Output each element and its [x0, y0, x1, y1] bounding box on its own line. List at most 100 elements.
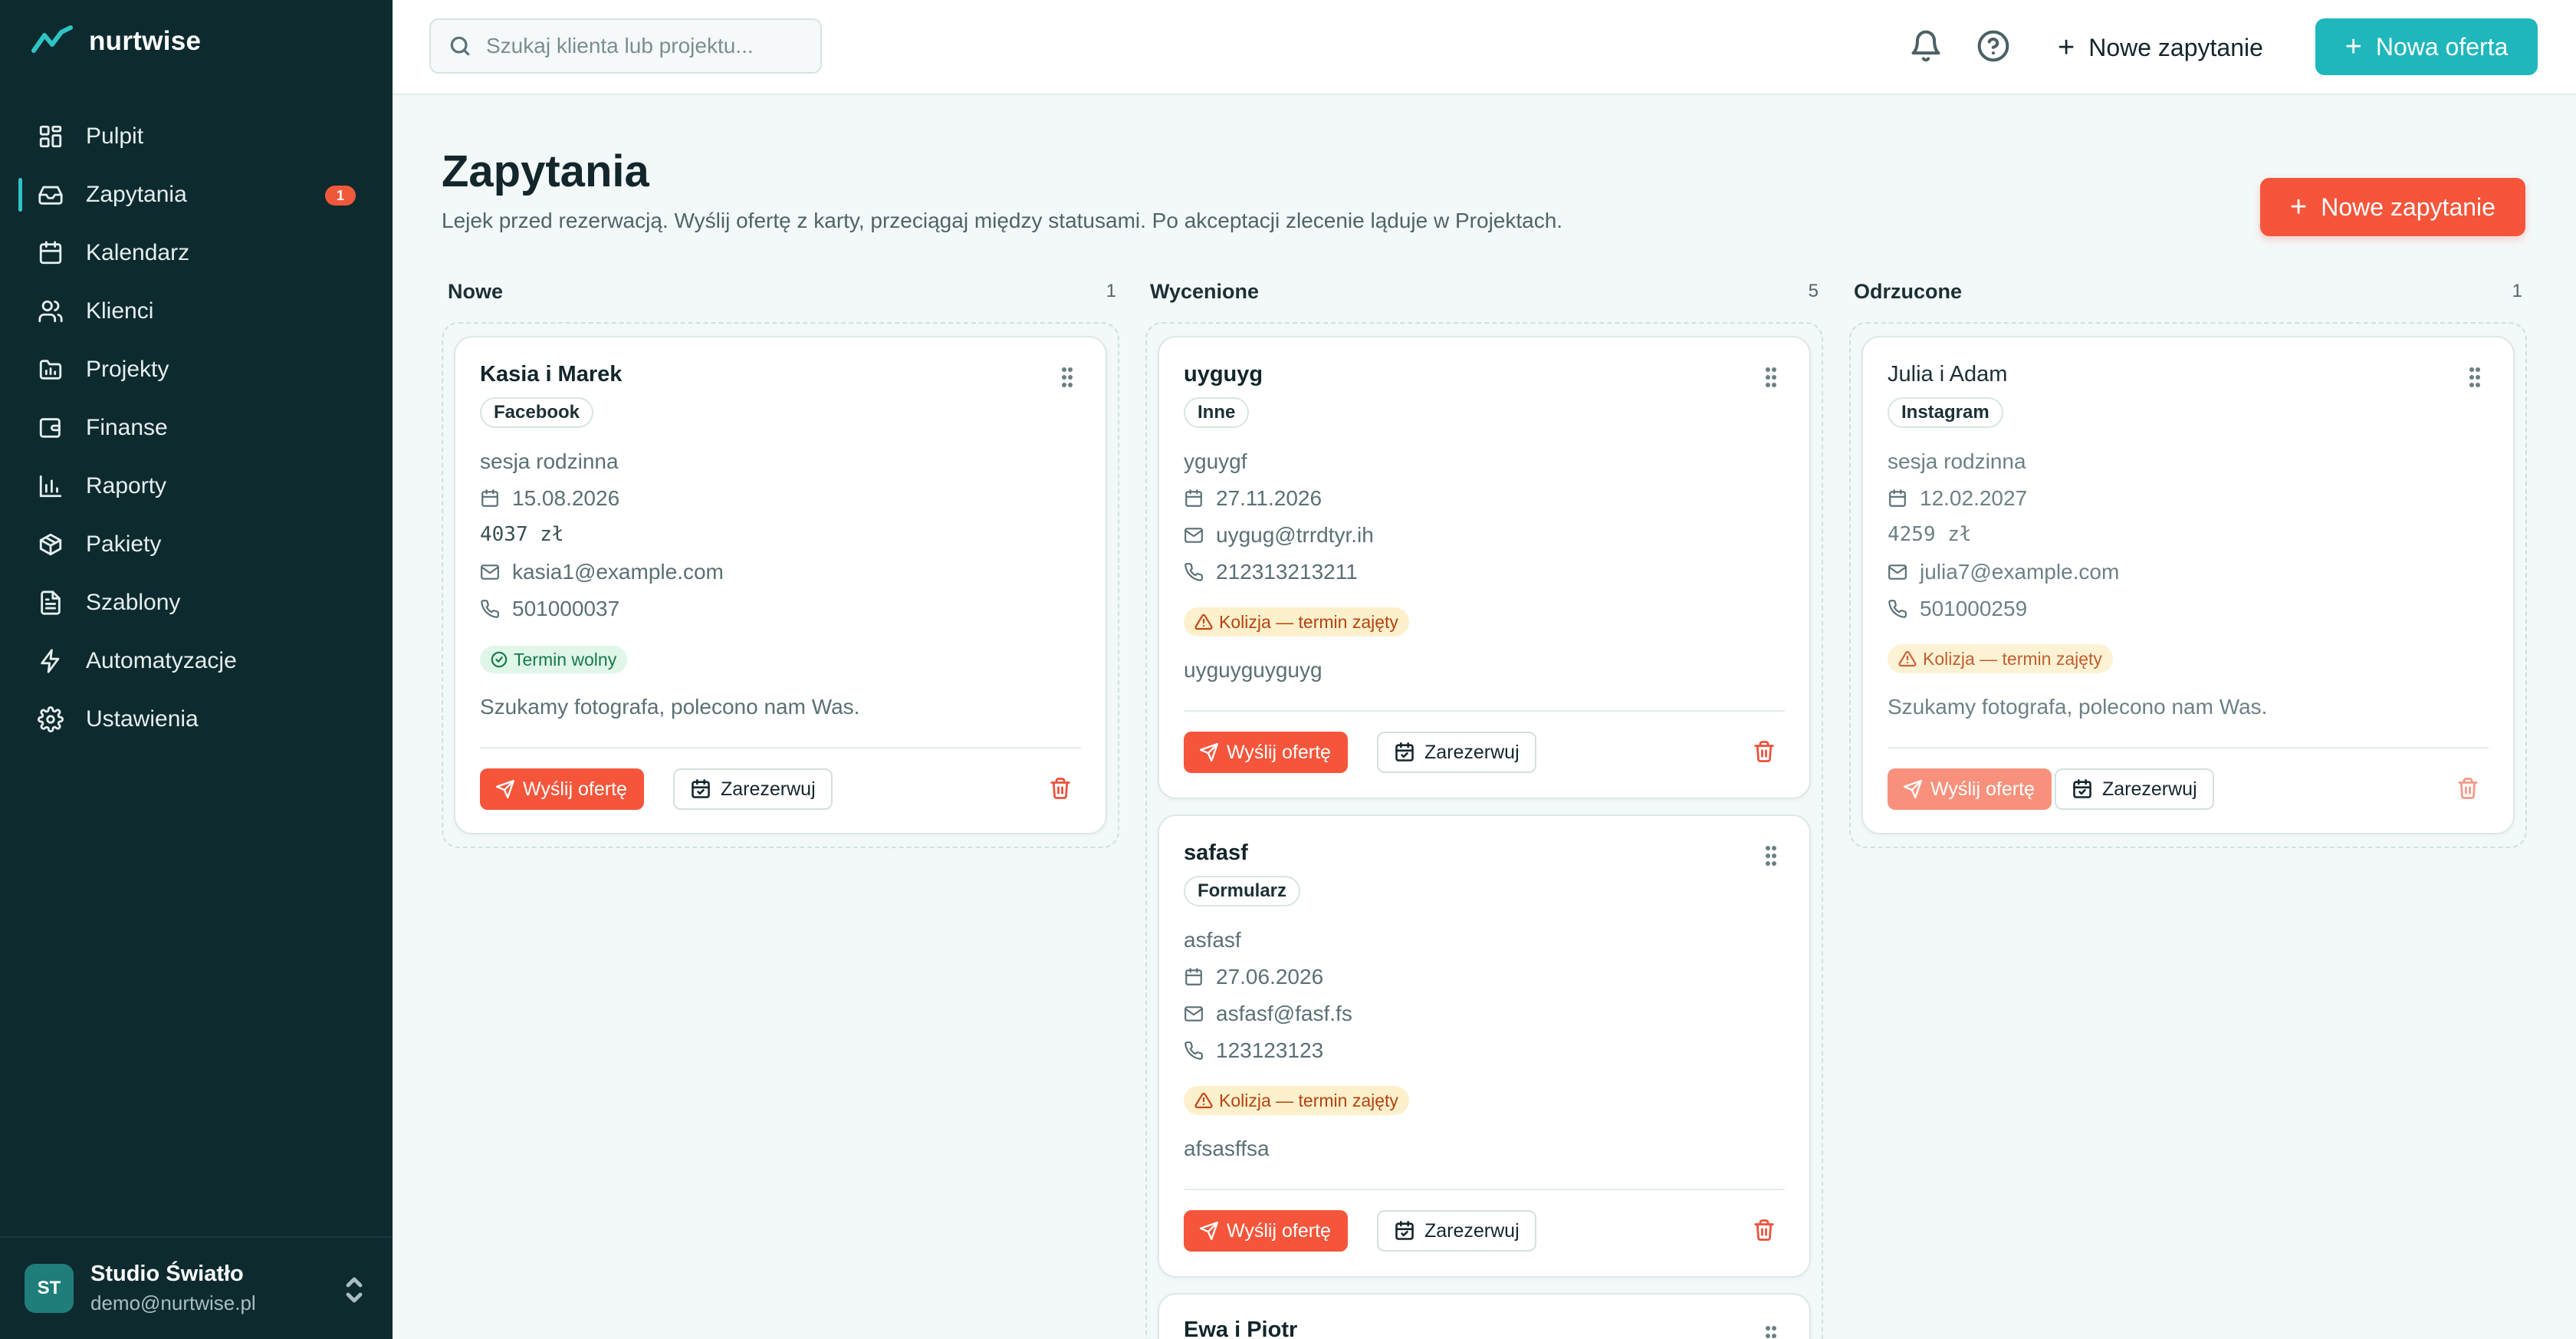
session-type: yguygf [1184, 449, 1247, 473]
book-button[interactable]: Zarezerwuj [673, 768, 833, 810]
sidebar-item-ustawienia[interactable]: Ustawienia [0, 690, 393, 748]
chevron-up-down-icon[interactable] [342, 1275, 366, 1305]
package-icon [37, 531, 64, 558]
divider [480, 747, 1081, 748]
inquiry-card[interactable]: Julia i Adam Instagram sesja rodzinna 12… [1861, 336, 2515, 834]
new-offer-button[interactable]: + Nowa oferta [2315, 18, 2538, 75]
sidebar-item-raporty[interactable]: Raporty [0, 457, 393, 515]
send-icon [495, 779, 515, 799]
session-type: asfasf [1184, 928, 1241, 952]
send-offer-button[interactable]: Wyślij ofertę [1184, 732, 1348, 773]
trash-icon[interactable] [1753, 1218, 1779, 1244]
sidebar-item-finanse[interactable]: Finanse [0, 399, 393, 457]
plus-icon: + [2290, 190, 2308, 223]
gear-icon [37, 706, 64, 733]
new-inquiry-link-button[interactable]: + Nowe zapytanie [2058, 23, 2263, 72]
sidebar-item-pakiety[interactable]: Pakiety [0, 515, 393, 574]
sidebar-nav: Pulpit Zapytania 1 Kalendarz Klienci Pro… [0, 107, 393, 748]
inquiry-card[interactable]: Ewa i Piotr [1158, 1293, 1811, 1339]
calendar-icon [1184, 489, 1204, 508]
client-email: asfasf@fasf.fs [1216, 1002, 1352, 1025]
mail-icon [1888, 562, 1907, 582]
email-row: asfasf@fasf.fs [1184, 1002, 1352, 1026]
send-offer-button[interactable]: Wyślij ofertę [480, 768, 644, 810]
sidebar-item-klienci[interactable]: Klienci [0, 282, 393, 341]
file-text-icon [37, 589, 64, 617]
book-label: Zarezerwuj [2102, 778, 2197, 800]
studio-email: demo@nurtwise.pl [90, 1291, 256, 1314]
sidebar-item-zapytania[interactable]: Zapytania 1 [0, 166, 393, 224]
client-name: uyguyg [1184, 362, 1263, 387]
warning-icon [1898, 650, 1917, 667]
search-input[interactable] [486, 34, 808, 58]
sidebar-item-label: Automatyzacje [86, 648, 237, 673]
trash-icon[interactable] [2456, 776, 2482, 802]
drag-handle-icon[interactable] [2469, 367, 2481, 388]
folder-icon [37, 356, 64, 383]
sidebar-item-projekty[interactable]: Projekty [0, 341, 393, 399]
trash-icon[interactable] [1049, 776, 1075, 802]
sidebar-item-label: Pulpit [86, 123, 144, 149]
column-title: Odrzucone [1854, 279, 1963, 303]
inquiry-card[interactable]: uyguyg Inne yguygf 27.11.2026 uygug@trrd… [1158, 336, 1811, 799]
status-badge: Kolizja — termin zajęty [1184, 607, 1409, 637]
sidebar-item-label: Klienci [86, 298, 154, 324]
inquiry-note: Szukamy fotografa, polecono nam Was. [480, 695, 860, 719]
phone-row: 501000037 [480, 597, 619, 621]
send-offer-button[interactable]: Wyślij ofertę [1888, 768, 2052, 810]
phone-icon [1888, 599, 1907, 619]
send-icon [1199, 742, 1219, 762]
mail-icon [1184, 525, 1204, 545]
bell-icon[interactable] [1909, 29, 1943, 63]
session-type: sesja rodzinna [1888, 449, 2026, 473]
inquiry-note: afsasffsa [1184, 1137, 1270, 1160]
sidebar-item-pulpit[interactable]: Pulpit [0, 107, 393, 166]
users-icon [37, 298, 64, 325]
event-date: 15.08.2026 [512, 486, 620, 510]
book-button[interactable]: Zarezerwuj [2055, 768, 2214, 810]
drag-handle-icon[interactable] [1765, 367, 1777, 388]
phone-icon [1184, 562, 1204, 582]
drag-handle-icon[interactable] [1765, 1325, 1777, 1339]
sidebar-item-label: Szablony [86, 590, 181, 615]
zap-icon [37, 647, 64, 675]
sidebar-item-szablony[interactable]: Szablony [0, 574, 393, 632]
trash-icon[interactable] [1753, 739, 1779, 765]
new-inquiry-button[interactable]: + Nowe zapytanie [2260, 178, 2525, 236]
status-text: Kolizja — termin zajęty [1923, 648, 2102, 669]
email-row: kasia1@example.com [480, 560, 724, 584]
column-header-nowe: Nowe 1 [448, 278, 1116, 305]
send-offer-label: Wyślij ofertę [1227, 1219, 1331, 1242]
sidebar-item-label: Ustawienia [86, 706, 199, 732]
brand[interactable]: nurtwise [31, 21, 201, 61]
sidebar-item-kalendarz[interactable]: Kalendarz [0, 224, 393, 282]
inquiry-card[interactable]: Kasia i Marek Facebook sesja rodzinna 15… [454, 336, 1107, 834]
phone-row: 501000259 [1888, 597, 2027, 621]
book-button[interactable]: Zarezerwuj [1377, 732, 1536, 773]
drag-handle-icon[interactable] [1765, 845, 1777, 867]
email-row: uygug@trrdtyr.ih [1184, 523, 1374, 548]
date-row: 27.11.2026 [1184, 486, 1322, 511]
help-icon[interactable] [1976, 29, 2010, 63]
inquiry-card[interactable]: safasf Formularz asfasf 27.06.2026 asfas… [1158, 814, 1811, 1278]
status-text: Kolizja — termin zajęty [1219, 611, 1398, 632]
calendar-check-icon [2073, 779, 2091, 798]
mail-icon [1184, 1004, 1204, 1024]
account-switcher[interactable]: ST Studio Światło demo@nurtwise.pl [0, 1236, 393, 1339]
send-offer-button[interactable]: Wyślij ofertę [1184, 1210, 1348, 1252]
bar-chart-icon [37, 472, 64, 500]
sidebar-item-automatyzacje[interactable]: Automatyzacje [0, 632, 393, 690]
new-inquiry-label: Nowe zapytanie [2088, 33, 2263, 61]
calendar-icon [1184, 967, 1204, 987]
client-phone: 501000259 [1920, 597, 2028, 620]
book-button[interactable]: Zarezerwuj [1377, 1210, 1536, 1252]
search-box[interactable] [429, 18, 822, 74]
drag-handle-icon[interactable] [1061, 367, 1073, 388]
client-phone: 501000037 [512, 597, 620, 620]
phone-icon [480, 599, 500, 619]
notification-badge: 1 [325, 186, 356, 206]
calendar-icon [480, 489, 500, 508]
date-row: 15.08.2026 [480, 486, 619, 511]
calendar-icon [37, 239, 64, 267]
source-tag: Formularz [1184, 876, 1301, 906]
